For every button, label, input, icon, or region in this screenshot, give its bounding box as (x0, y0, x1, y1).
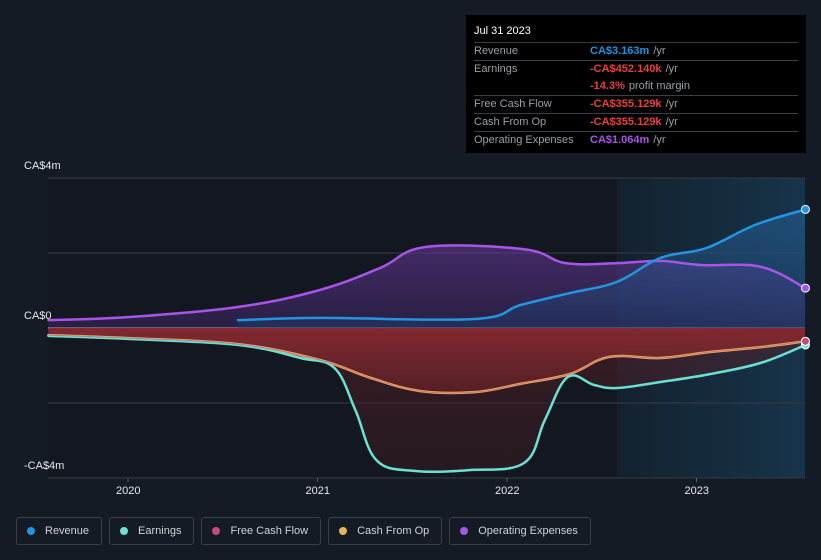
tooltip-row: Operating Expenses CA$1.064m/yr (474, 132, 798, 149)
legend-dot-icon (27, 527, 35, 535)
tooltip-row: Earnings -CA$452.140k/yr (474, 61, 798, 78)
legend: Revenue Earnings Free Cash Flow Cash From O… (16, 517, 591, 545)
revenue-end-marker (800, 204, 810, 214)
operating-expenses-end-marker (800, 283, 810, 293)
tooltip-unit: /yr (665, 63, 678, 75)
legend-item-free-cash-flow[interactable]: Free Cash Flow (201, 517, 322, 545)
legend-item-cash-from-op[interactable]: Cash From Op (328, 517, 443, 545)
tooltip-label (474, 78, 590, 95)
legend-label: Free Cash Flow (230, 525, 309, 537)
x-tick-label: 2023 (684, 485, 709, 497)
tooltip: Jul 31 2023 Revenue CA$3.163m/yr Earnings -… (466, 15, 806, 153)
legend-item-earnings[interactable]: Earnings (109, 517, 195, 545)
tooltip-label: Earnings (474, 63, 518, 75)
y-tick-label: CA$4m (24, 160, 61, 172)
tooltip-row: Free Cash Flow -CA$355.129k/yr (474, 96, 798, 114)
x-tick-label: 2020 (116, 485, 141, 497)
legend-dot-icon (460, 527, 469, 535)
tooltip-value: CA$3.163m (590, 45, 650, 57)
legend-dot-icon (120, 527, 129, 535)
tooltip-value: -14.3% (590, 80, 625, 92)
legend-label: Cash From Op (357, 525, 430, 537)
y-tick-label: CA$0 (24, 310, 52, 322)
tooltip-label: Revenue (474, 45, 519, 57)
tooltip-row: Cash From Op -CA$355.129k/yr (474, 114, 798, 132)
tooltip-row: Revenue CA$3.163m/yr (474, 43, 798, 61)
legend-dot-icon (339, 527, 348, 535)
tooltip-unit: profit margin (628, 80, 690, 92)
y-tick-label: -CA$4m (24, 460, 65, 472)
tooltip-value: -CA$355.129k (590, 116, 662, 128)
x-tick-label: 2022 (495, 485, 520, 497)
tooltip-date: Jul 31 2023 (474, 23, 798, 43)
legend-label: Earnings (138, 525, 182, 537)
legend-item-revenue[interactable]: Revenue (16, 517, 103, 545)
legend-label: Operating Expenses (478, 525, 578, 537)
tooltip-label: Free Cash Flow (474, 98, 552, 110)
tooltip-unit: /yr (653, 45, 666, 57)
tooltip-value: -CA$355.129k (590, 98, 662, 110)
legend-dot-icon (212, 527, 221, 535)
tooltip-value: CA$1.064m (590, 134, 650, 146)
tooltip-unit: /yr (665, 98, 678, 110)
tooltip-value: -CA$452.140k (590, 63, 662, 75)
tooltip-unit: /yr (665, 116, 678, 128)
x-tick-label: 2021 (305, 485, 330, 497)
tooltip-unit: /yr (653, 134, 666, 146)
free-cash-flow-end-marker (800, 336, 810, 346)
tooltip-label: Cash From Op (474, 116, 547, 128)
legend-label: Revenue (45, 525, 90, 537)
legend-item-operating-expenses[interactable]: Operating Expenses (449, 517, 591, 545)
tooltip-row: -14.3% profit margin (474, 78, 798, 96)
tooltip-label: Operating Expenses (474, 134, 574, 146)
